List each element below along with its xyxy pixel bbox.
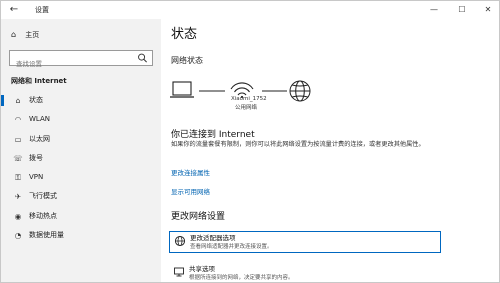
sidebar-item-data-usage[interactable]: ◔ 数据使用量: [1, 226, 161, 245]
adapter-icon: [174, 235, 186, 247]
share-icon: [174, 267, 184, 277]
option-title: 更改适配器选项: [190, 234, 236, 242]
back-button[interactable]: ←: [7, 4, 21, 16]
page-title: 状态: [171, 27, 198, 42]
change-network-settings-heading: 更改网络设置: [171, 212, 226, 222]
data-usage-icon: ◔: [14, 231, 22, 241]
connected-heading: 你已连接到 Internet: [171, 130, 255, 140]
connection-description: 如果你的流量套餐有限制，则你可以将此网络设置为按流量计费的连接，或者更改其他属性…: [171, 141, 425, 148]
search-box[interactable]: [9, 50, 153, 71]
sidebar-item-label: WLAN: [29, 115, 51, 124]
sidebar-item-label: VPN: [29, 173, 44, 182]
wifi-icon: ◠: [14, 115, 22, 125]
option-subtitle: 查看网络适配器并更改连接设置。: [190, 244, 273, 250]
home-link[interactable]: ⌂ 主页: [11, 28, 39, 42]
sidebar-item-vpn[interactable]: ⚿ VPN: [1, 168, 161, 187]
sidebar-item-label: 拨号: [29, 153, 43, 162]
sidebar-item-mobile-hotspot[interactable]: ◉ 移动热点: [1, 207, 161, 226]
search-input[interactable]: [10, 57, 130, 71]
show-available-networks-link[interactable]: 显示可用网络: [171, 186, 210, 196]
network-type: 公用网络: [235, 105, 258, 111]
network-name: Xiaomi_1752: [231, 96, 267, 102]
maximize-button[interactable]: ☐: [453, 3, 471, 17]
option-title: 共享选项: [189, 265, 215, 273]
change-adapter-options-item[interactable]: 更改适配器选项 查看网络适配器并更改连接设置。: [169, 231, 441, 253]
sidebar-item-ethernet[interactable]: ▭ 以太网: [1, 130, 161, 149]
hotspot-icon: ◉: [14, 211, 22, 221]
home-status-icon: ⌂: [15, 96, 21, 105]
home-icon: ⌂: [11, 30, 17, 39]
globe-icon: [289, 80, 311, 102]
minimize-button[interactable]: —: [425, 3, 443, 17]
sidebar-item-label: 数据使用量: [29, 231, 64, 240]
main-content: 状态 网络状态 Xiaomi_1752 公用网络 你已连接到 Internet …: [161, 19, 499, 282]
settings-window: ← 设置 — ☐ ✕ ⌂ 主页 网络和 Internet ⌂ 状态 ◠: [0, 0, 500, 283]
sidebar-item-dialup[interactable]: ☏ 拨号: [1, 149, 161, 168]
option-subtitle: 根据所连接到的网络，决定要共享的内容。: [189, 275, 294, 281]
sharing-options-item[interactable]: 共享选项 根据所连接到的网络，决定要共享的内容。: [169, 263, 441, 282]
sidebar: ⌂ 主页 网络和 Internet ⌂ 状态 ◠ WLAN ▭ 以太网: [1, 19, 161, 282]
close-button[interactable]: ✕: [479, 3, 497, 17]
sidebar-item-label: 以太网: [29, 134, 50, 143]
change-connection-properties-link[interactable]: 更改连接属性: [171, 167, 210, 177]
ethernet-icon: ▭: [14, 134, 22, 144]
window-title: 设置: [35, 6, 49, 14]
laptop-icon: [170, 81, 194, 98]
airplane-icon: ✈: [14, 192, 22, 202]
sidebar-section-title: 网络和 Internet: [11, 77, 67, 85]
sidebar-item-label: 移动热点: [29, 211, 57, 220]
dialup-icon: ☏: [13, 153, 23, 163]
vpn-icon: ⚿: [15, 173, 21, 183]
sidebar-item-label: 飞行模式: [29, 192, 57, 201]
sidebar-item-airplane-mode[interactable]: ✈ 飞行模式: [1, 187, 161, 206]
sidebar-nav: ⌂ 状态 ◠ WLAN ▭ 以太网 ☏ 拨号 ⚿ VPN ✈ 飞行模式 ◉ 移动…: [1, 91, 161, 245]
sidebar-item-wlan[interactable]: ◠ WLAN: [1, 110, 161, 129]
network-status-heading: 网络状态: [171, 56, 203, 65]
sidebar-item-label: 状态: [29, 96, 43, 104]
home-label: 主页: [25, 31, 40, 39]
sidebar-item-status[interactable]: ⌂ 状态: [1, 91, 161, 110]
search-icon[interactable]: [137, 52, 148, 64]
arrow-left-icon: ←: [9, 4, 19, 15]
wifi-signal-icon: [230, 82, 254, 96]
title-bar: ← 设置 — ☐ ✕: [1, 1, 499, 19]
